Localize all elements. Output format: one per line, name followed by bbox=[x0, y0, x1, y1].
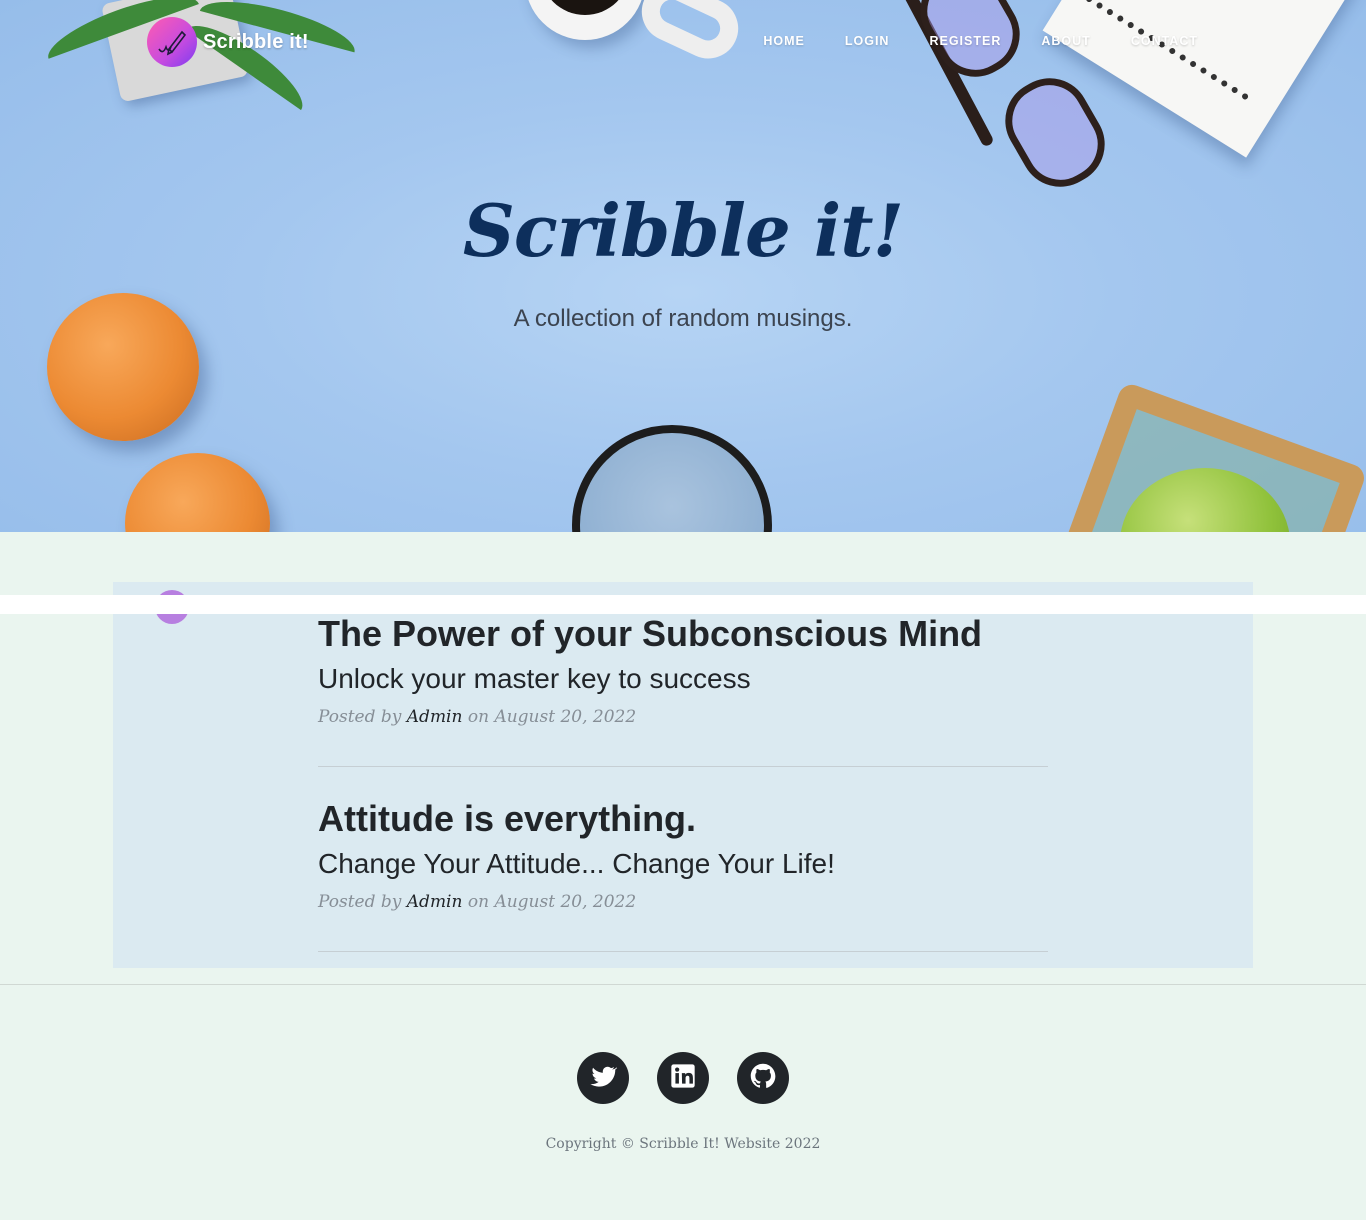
linkedin-icon bbox=[669, 1062, 697, 1095]
on-label: on bbox=[467, 707, 490, 728]
post-date: August 20, 2022 bbox=[494, 892, 637, 913]
github-link[interactable] bbox=[737, 1052, 789, 1104]
post-meta: Posted by Admin on August 20, 2022 bbox=[318, 892, 1048, 912]
post-title[interactable]: The Power of your Subconscious Mind bbox=[318, 612, 1048, 655]
nav-link-login[interactable]: LOGIN bbox=[825, 34, 910, 48]
linkedin-link[interactable] bbox=[657, 1052, 709, 1104]
github-icon bbox=[749, 1062, 777, 1095]
post-author-link[interactable]: Admin bbox=[407, 707, 463, 727]
nav-link-home[interactable]: HOME bbox=[743, 34, 825, 48]
magnifier-decoration bbox=[572, 425, 772, 532]
post-preview[interactable]: Attitude is everything. Change Your Atti… bbox=[318, 797, 1048, 912]
nav-link-about[interactable]: ABOUT bbox=[1021, 34, 1110, 48]
social-links bbox=[577, 1052, 789, 1104]
on-label: on bbox=[467, 892, 490, 913]
posted-by-label: Posted by bbox=[318, 892, 402, 913]
orange-decoration bbox=[125, 453, 270, 532]
pen-logo-icon bbox=[147, 17, 197, 67]
glasses-lens-decoration bbox=[990, 63, 1120, 202]
footer-divider bbox=[0, 984, 1366, 985]
nav-link-register[interactable]: REGISTER bbox=[909, 34, 1021, 48]
brand-link[interactable]: Scribble it! bbox=[147, 17, 309, 67]
twitter-link[interactable] bbox=[577, 1052, 629, 1104]
post-title[interactable]: Attitude is everything. bbox=[318, 797, 1048, 840]
twitter-icon bbox=[589, 1062, 619, 1095]
hero-header: Scribble it! HOME LOGIN REGISTER ABOUT C… bbox=[0, 0, 1366, 532]
post-meta: Posted by Admin on August 20, 2022 bbox=[318, 707, 1048, 727]
post-subtitle[interactable]: Unlock your master key to success bbox=[318, 663, 1048, 695]
hero-subtitle: A collection of random musings. bbox=[513, 305, 853, 332]
post-date: August 20, 2022 bbox=[494, 707, 637, 728]
main-nav: HOME LOGIN REGISTER ABOUT CONTACT bbox=[743, 34, 1218, 48]
brand-name: Scribble it! bbox=[203, 30, 309, 53]
mug-handle-decoration bbox=[632, 0, 748, 69]
posted-by-label: Posted by bbox=[318, 707, 402, 728]
copyright-text: Copyright © Scribble It! Website 2022 bbox=[545, 1136, 821, 1152]
post-author-link[interactable]: Admin bbox=[407, 892, 463, 912]
post-subtitle[interactable]: Change Your Attitude... Change Your Life… bbox=[318, 848, 1048, 880]
hero-title: Scribble it! bbox=[462, 188, 904, 273]
nav-link-contact[interactable]: CONTACT bbox=[1111, 34, 1218, 48]
post-preview[interactable]: The Power of your Subconscious Mind Unlo… bbox=[318, 612, 1048, 727]
post-divider bbox=[318, 951, 1048, 952]
post-divider bbox=[318, 766, 1048, 767]
overlay-band bbox=[0, 595, 1366, 614]
